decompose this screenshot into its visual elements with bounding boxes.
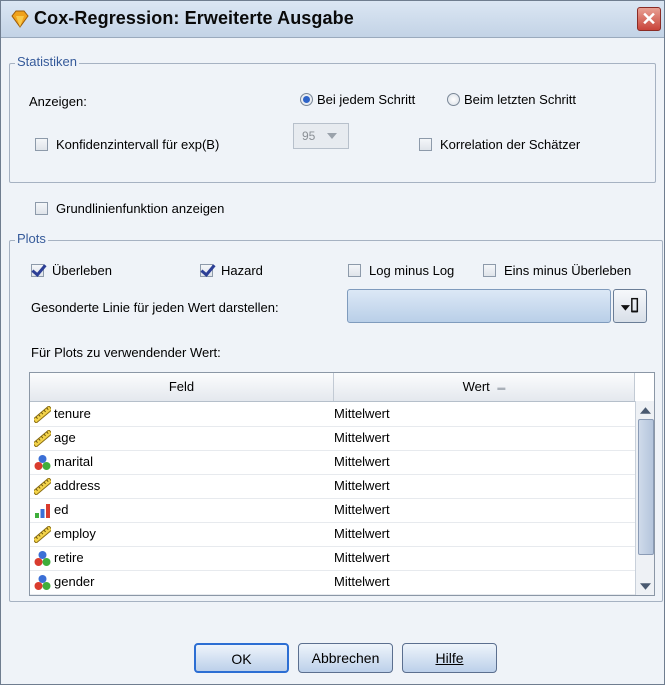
einsminus-label[interactable]: Eins minus Überleben	[504, 263, 631, 278]
table-row[interactable]: address Mittelwert	[30, 474, 635, 499]
vertical-scrollbar[interactable]	[635, 401, 654, 595]
logminuslog-label[interactable]: Log minus Log	[369, 263, 454, 278]
field-picker-button[interactable]	[613, 289, 647, 323]
hilfe-button[interactable]: Hilfe	[402, 643, 497, 673]
feld-cell: retire	[54, 550, 84, 565]
anzeigen-label: Anzeigen:	[29, 94, 87, 109]
scroll-down-arrow-icon[interactable]	[640, 583, 651, 590]
plot-values-label: Für Plots zu verwendender Wert:	[31, 345, 221, 360]
plot-values-table: Feld Wert ▬ tenure Mittelwert age Mittelwer…	[29, 372, 655, 596]
hazard-checkbox[interactable]	[200, 264, 213, 277]
wert-cell[interactable]: Mittelwert	[334, 402, 390, 426]
scroll-thumb[interactable]	[638, 419, 654, 555]
column-header-wert[interactable]: Wert ▬	[334, 373, 635, 401]
dialog-window: Cox-Regression: Erweiterte Ausgabe ✕ Sta…	[0, 0, 665, 685]
radio-last-step[interactable]	[447, 93, 460, 106]
wert-cell[interactable]: Mittelwert	[334, 522, 390, 546]
field-picker-icon	[620, 297, 639, 313]
separate-line-label: Gesonderte Linie für jeden Wert darstell…	[31, 300, 279, 315]
table-row[interactable]: tenure Mittelwert	[30, 402, 635, 427]
nominal-icon	[34, 550, 51, 567]
column-header-feld[interactable]: Feld	[30, 373, 334, 401]
window-title: Cox-Regression: Erweiterte Ausgabe	[34, 8, 354, 28]
nominal-icon	[34, 454, 51, 471]
chevron-down-icon	[327, 133, 337, 139]
wert-cell[interactable]: Mittelwert	[334, 546, 390, 570]
column-header-wert-label: Wert	[462, 379, 490, 394]
table-header: Feld Wert ▬	[30, 373, 635, 402]
konfidenz-checkbox[interactable]	[35, 138, 48, 151]
separate-line-field[interactable]	[347, 289, 611, 323]
statistiken-legend: Statistiken	[15, 54, 79, 69]
ruler-icon	[32, 429, 53, 448]
feld-cell: ed	[54, 502, 69, 517]
hazard-label[interactable]: Hazard	[221, 263, 263, 278]
table-row[interactable]: retire Mittelwert	[30, 546, 635, 571]
wert-cell[interactable]: Mittelwert	[334, 474, 390, 498]
sort-indicator-icon: ▬	[497, 382, 506, 392]
ueberleben-label[interactable]: Überleben	[52, 263, 112, 278]
feld-cell: address	[54, 478, 101, 493]
korrelation-checkbox[interactable]	[419, 138, 432, 151]
table-row[interactable]: age Mittelwert	[30, 426, 635, 451]
radio-each-step[interactable]	[300, 93, 313, 106]
scroll-up-arrow-icon[interactable]	[640, 407, 651, 414]
logminuslog-checkbox[interactable]	[348, 264, 361, 277]
grundlinie-label[interactable]: Grundlinienfunktion anzeigen	[56, 201, 224, 216]
wert-cell[interactable]: Mittelwert	[334, 450, 390, 474]
table-row[interactable]: gender Mittelwert	[30, 570, 635, 595]
plots-legend: Plots	[15, 231, 48, 246]
abbrechen-button[interactable]: Abbrechen	[298, 643, 393, 673]
ok-button[interactable]: OK	[194, 643, 289, 673]
app-icon	[11, 10, 29, 28]
hilfe-button-label: Hilfe	[435, 650, 464, 666]
ruler-icon	[32, 405, 53, 424]
close-button[interactable]: ✕	[637, 7, 661, 31]
konfidenz-value: 95	[302, 129, 316, 143]
konfidenz-combo: 95	[293, 123, 349, 149]
feld-cell: age	[54, 430, 76, 445]
wert-cell[interactable]: Mittelwert	[334, 570, 390, 594]
wert-cell[interactable]: Mittelwert	[334, 426, 390, 450]
title-bar[interactable]: Cox-Regression: Erweiterte Ausgabe ✕	[1, 1, 664, 38]
einsminus-checkbox[interactable]	[483, 264, 496, 277]
table-row[interactable]: ed Mittelwert	[30, 498, 635, 523]
grundlinie-checkbox[interactable]	[35, 202, 48, 215]
radio-each-step-label[interactable]: Bei jedem Schritt	[317, 92, 415, 107]
nominal-icon	[34, 574, 51, 591]
ruler-icon	[32, 525, 53, 544]
feld-cell: marital	[54, 454, 94, 469]
ordinal-icon	[34, 502, 51, 519]
table-row[interactable]: employ Mittelwert	[30, 522, 635, 547]
ruler-icon	[32, 477, 53, 496]
feld-cell: gender	[54, 574, 95, 589]
korrelation-label[interactable]: Korrelation der Schätzer	[440, 137, 580, 152]
wert-cell[interactable]: Mittelwert	[334, 498, 390, 522]
feld-cell: tenure	[54, 406, 91, 421]
table-row[interactable]: marital Mittelwert	[30, 450, 635, 475]
feld-cell: employ	[54, 526, 96, 541]
radio-last-step-label[interactable]: Beim letzten Schritt	[464, 92, 576, 107]
konfidenz-label[interactable]: Konfidenzintervall für exp(B)	[56, 137, 219, 152]
ueberleben-checkbox[interactable]	[31, 264, 44, 277]
